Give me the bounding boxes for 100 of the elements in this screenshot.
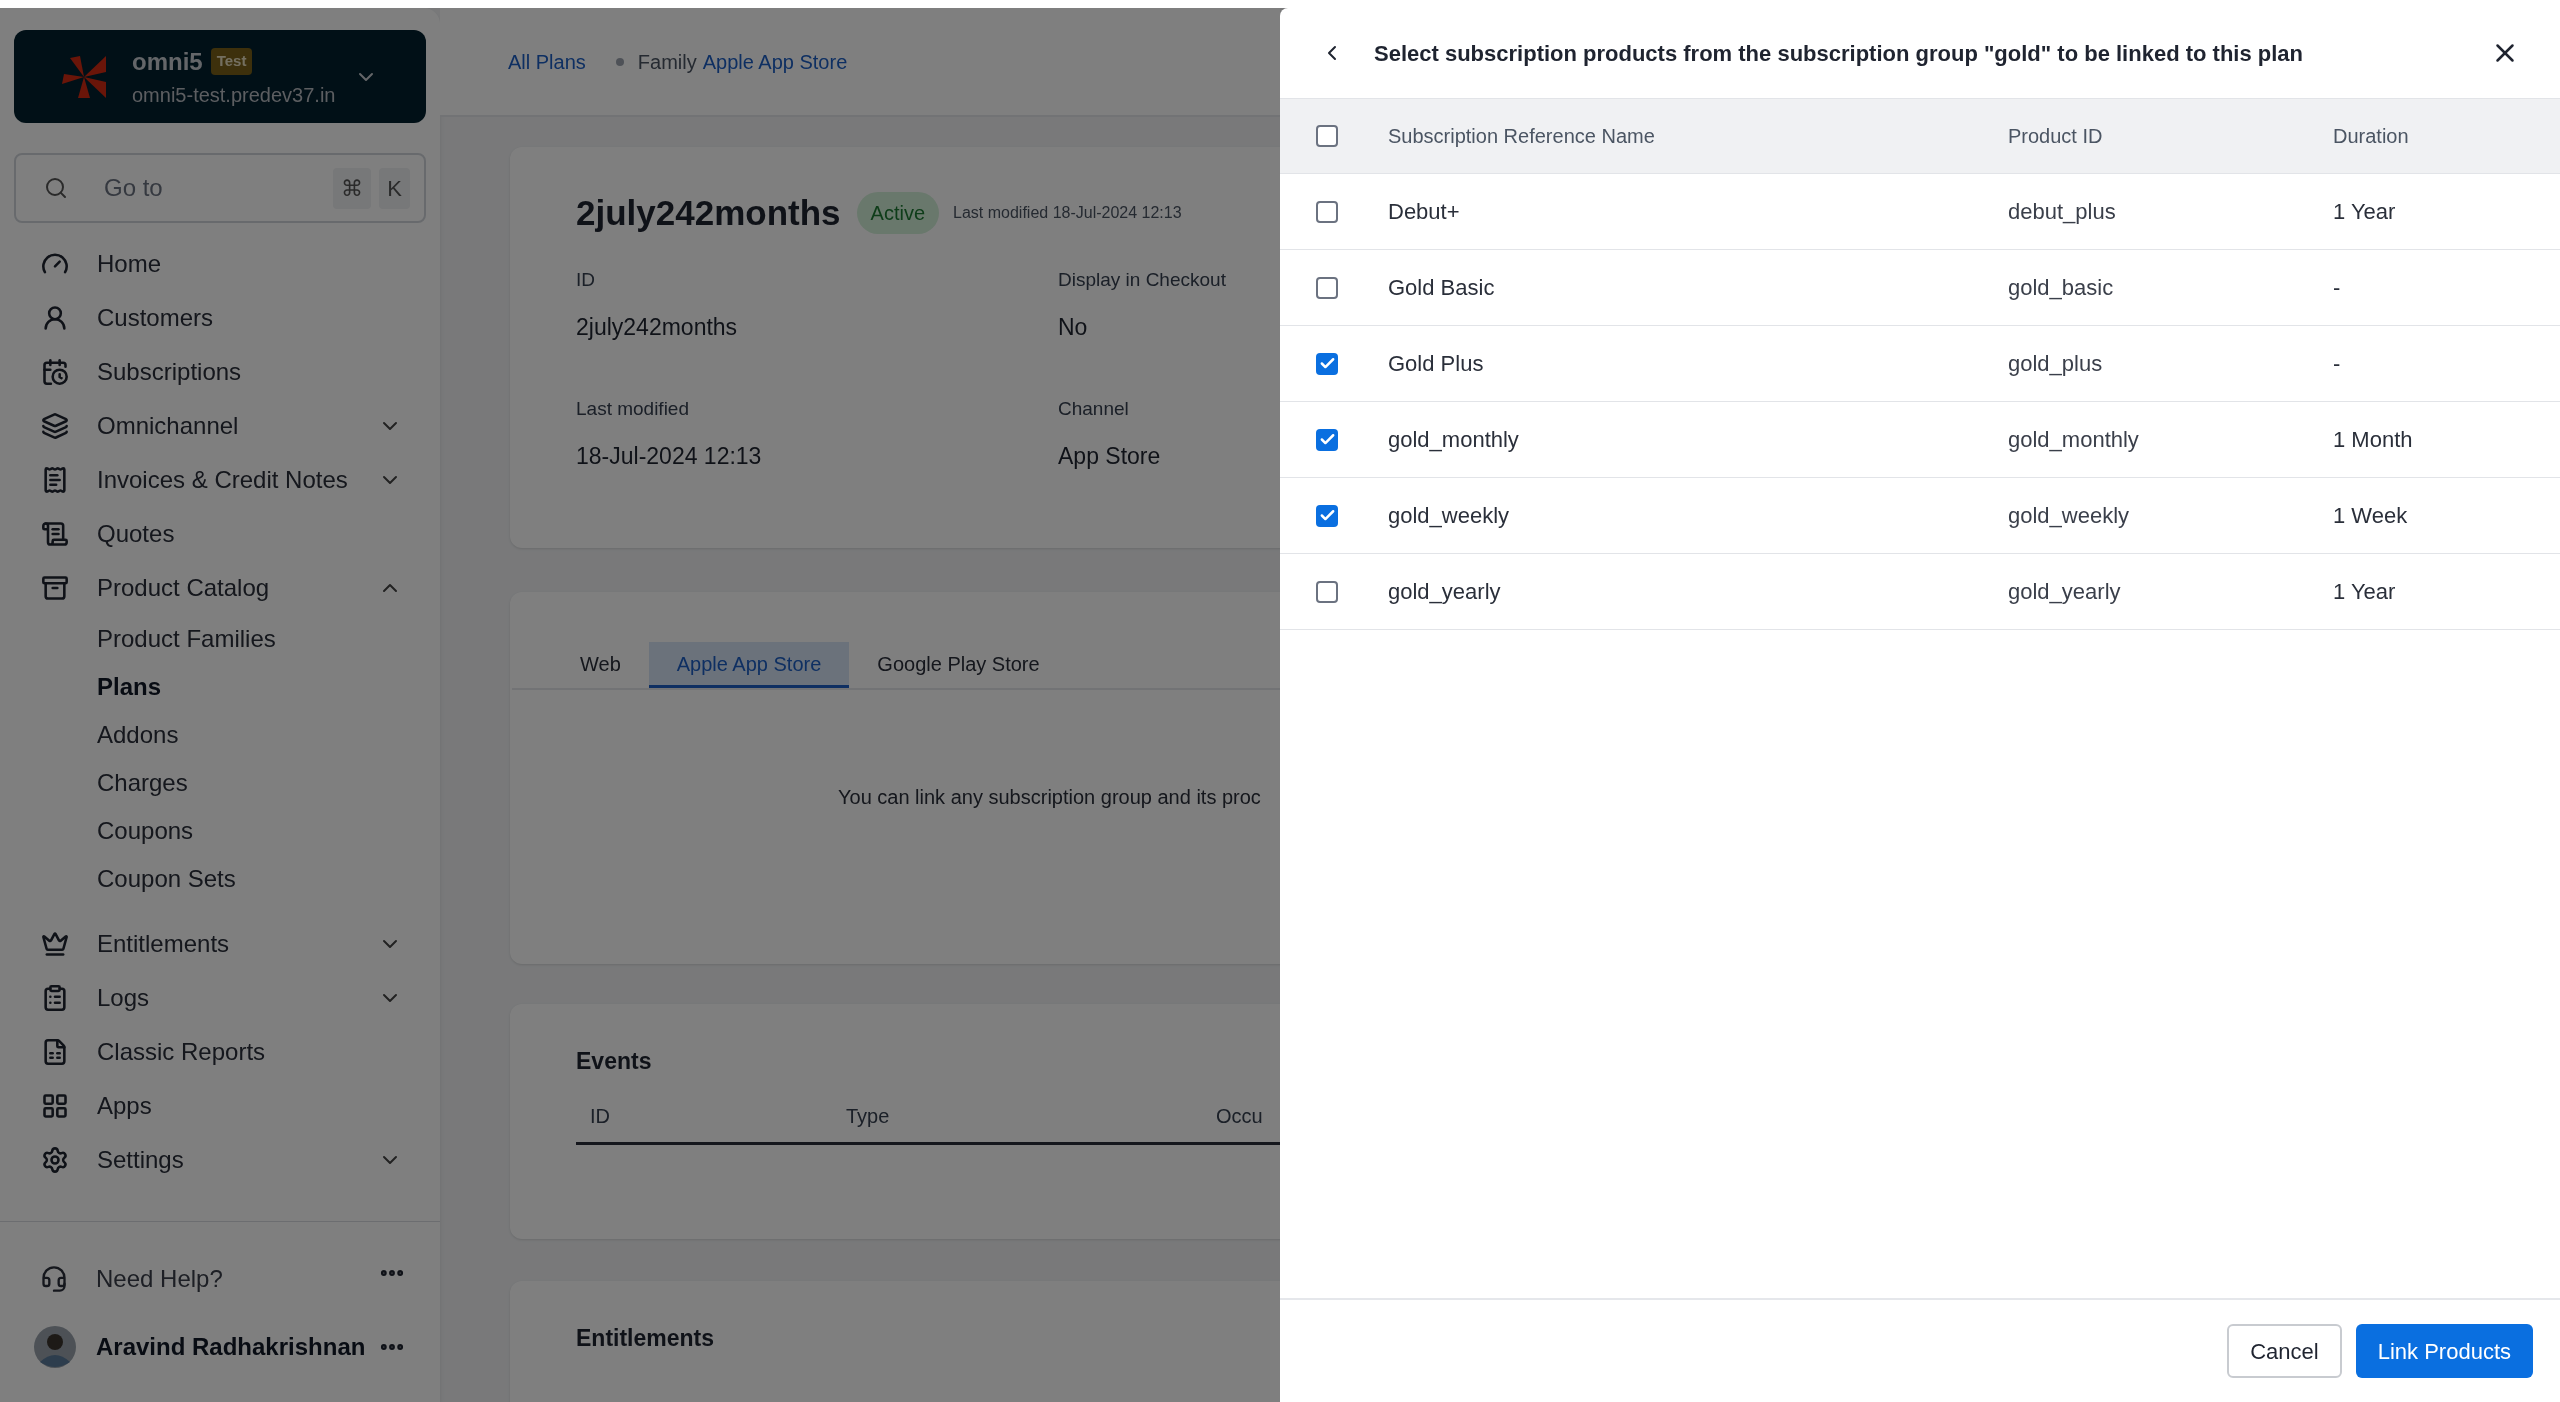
nav-item[interactable]: Home <box>97 246 162 282</box>
grid-icon <box>41 1092 69 1120</box>
user-name[interactable]: Aravind Radhakrishnan <box>96 1329 366 1365</box>
environment-badge: Test <box>210 48 253 75</box>
empty-state-text: You can link any subscription group and its proc <box>838 786 1261 808</box>
last-modified-text: Last modified 18-Jul-2024 12:13 <box>953 203 1182 224</box>
nav-item[interactable]: Classic Reports <box>97 1034 266 1070</box>
table-cell-text: 1 Month <box>2333 426 2413 454</box>
clipboard-icon <box>41 984 69 1012</box>
status-badge: Active <box>856 192 939 235</box>
channel-tab[interactable]: Web <box>552 642 649 688</box>
table-cell-text: - <box>2333 274 2341 302</box>
nav-item[interactable]: Entitlements <box>97 926 230 962</box>
nav-item[interactable]: Subscriptions <box>97 354 242 390</box>
nav-subitem[interactable]: Coupon Sets <box>97 861 236 897</box>
person-icon <box>41 304 69 332</box>
nav-item[interactable]: Settings <box>97 1142 184 1178</box>
table-row[interactable]: gold_weekly gold_weekly 1 Week <box>1280 478 2560 554</box>
table-cell-text: Gold Basic <box>1388 274 1496 302</box>
table-row[interactable]: Gold Plus gold_plus - <box>1280 326 2560 402</box>
field-label: Last modified <box>576 396 690 421</box>
checkbox[interactable] <box>1316 125 1338 147</box>
table-row[interactable]: gold_monthly gold_monthly 1 Month <box>1280 402 2560 478</box>
field-value: No <box>1058 313 1089 342</box>
link-products-button[interactable]: Link Products <box>2355 1324 2533 1378</box>
cancel-button[interactable]: Cancel <box>2227 1324 2342 1378</box>
nav-subitem[interactable]: Coupons <box>97 813 194 849</box>
archive-icon <box>41 574 69 602</box>
logo-icon <box>62 55 106 98</box>
table-cell-text: gold_monthly <box>2008 426 2140 454</box>
nav-item[interactable]: Customers <box>97 300 214 336</box>
table-cell-text: - <box>2333 350 2341 378</box>
table-cell-text: gold_weekly <box>2008 502 2131 530</box>
table-cell-text: gold_yearly <box>2008 578 2122 606</box>
table-cell-text: Debut+ <box>1388 198 1461 226</box>
channel-tab[interactable]: Google Play Store <box>849 642 1068 688</box>
field-label: Channel <box>1058 396 1130 421</box>
checkbox[interactable] <box>1316 276 1338 299</box>
section-title: Events <box>576 1048 652 1074</box>
search-field[interactable]: Go to <box>104 170 326 206</box>
receipt-icon <box>41 466 69 494</box>
checkbox[interactable] <box>1316 504 1338 527</box>
nav-item[interactable]: Apps <box>97 1088 152 1124</box>
panel-title: Select subscription products from the subscription group "gold" to be linked to this plan <box>1374 39 2304 68</box>
help-icon <box>40 1265 68 1293</box>
breadcrumb-link[interactable]: All Plans <box>508 46 586 77</box>
table-cell-text: debut_plus <box>2008 198 2117 226</box>
column-header: Subscription Reference Name <box>1388 124 1656 149</box>
column-header: ID <box>590 1104 611 1129</box>
nav-item[interactable]: Quotes <box>97 516 175 552</box>
nav-subitem[interactable]: Addons <box>97 717 179 753</box>
nav-item[interactable]: Invoices & Credit Notes <box>97 462 348 498</box>
column-header: Type <box>846 1104 891 1129</box>
search-icon <box>44 176 68 200</box>
org-domain: omni5-test.predev37.in <box>132 82 336 108</box>
field-value: 18-Jul-2024 12:13 <box>576 442 763 471</box>
section-title: Entitlements <box>576 1325 715 1351</box>
table-row[interactable]: Gold Basic gold_basic - <box>1280 250 2560 326</box>
report-icon <box>41 1038 69 1066</box>
avatar-icon <box>34 1326 76 1368</box>
checkbox[interactable] <box>1316 428 1338 451</box>
checkbox[interactable] <box>1316 200 1338 223</box>
table-cell-text: gold_yearly <box>1388 578 1502 606</box>
table-cell-text: 1 Year <box>2333 578 2396 606</box>
field-label: ID <box>576 267 596 292</box>
search-bar[interactable]: Go to ⌘ K <box>14 153 426 223</box>
nav-subitem[interactable]: Plans <box>97 669 162 705</box>
calendar-clock-icon <box>41 358 69 386</box>
org-name: omni5 <box>132 46 203 77</box>
field-label: Display in Checkout <box>1058 267 1227 292</box>
nav-item[interactable]: Omnichannel <box>97 408 239 444</box>
column-header: Product ID <box>2008 124 2104 149</box>
channel-tab[interactable]: Apple App Store <box>648 642 850 688</box>
table-cell-text: 1 Year <box>2333 198 2396 226</box>
table-cell-text: gold_weekly <box>1388 502 1511 530</box>
table-cell-text: gold_monthly <box>1388 426 1520 454</box>
nav-item[interactable]: Logs <box>97 980 150 1016</box>
help-link[interactable]: Need Help? <box>96 1261 223 1297</box>
shortcut-key: ⌘ <box>333 167 372 209</box>
checkbox[interactable] <box>1316 580 1338 603</box>
column-header: Duration <box>2333 124 2409 149</box>
table-cell-text: 1 Week <box>2333 502 2408 530</box>
column-header: Occu <box>1216 1104 1263 1129</box>
shortcut-key: K <box>379 167 410 209</box>
nav-subitem[interactable]: Charges <box>97 765 188 801</box>
table-row[interactable]: Debut+ debut_plus 1 Year <box>1280 174 2560 250</box>
checkbox[interactable] <box>1316 352 1338 375</box>
field-value: 2july242months <box>576 313 739 342</box>
field-value: App Store <box>1058 442 1162 471</box>
nav-subitem[interactable]: Product Families <box>97 621 276 657</box>
plan-title: 2july242months <box>576 192 841 234</box>
layers-icon <box>41 412 69 440</box>
breadcrumb-link[interactable]: Apple App Store <box>702 46 848 77</box>
scroll-icon <box>41 520 69 548</box>
org-switcher[interactable]: omni5 Test omni5-test.predev37.in <box>14 30 426 123</box>
settings-icon <box>41 1146 69 1174</box>
nav-item[interactable]: Product Catalog <box>97 570 270 606</box>
table-cell-text: Gold Plus <box>1388 350 1485 378</box>
table-row[interactable]: gold_yearly gold_yearly 1 Year <box>1280 554 2560 630</box>
crown-icon <box>41 930 69 958</box>
